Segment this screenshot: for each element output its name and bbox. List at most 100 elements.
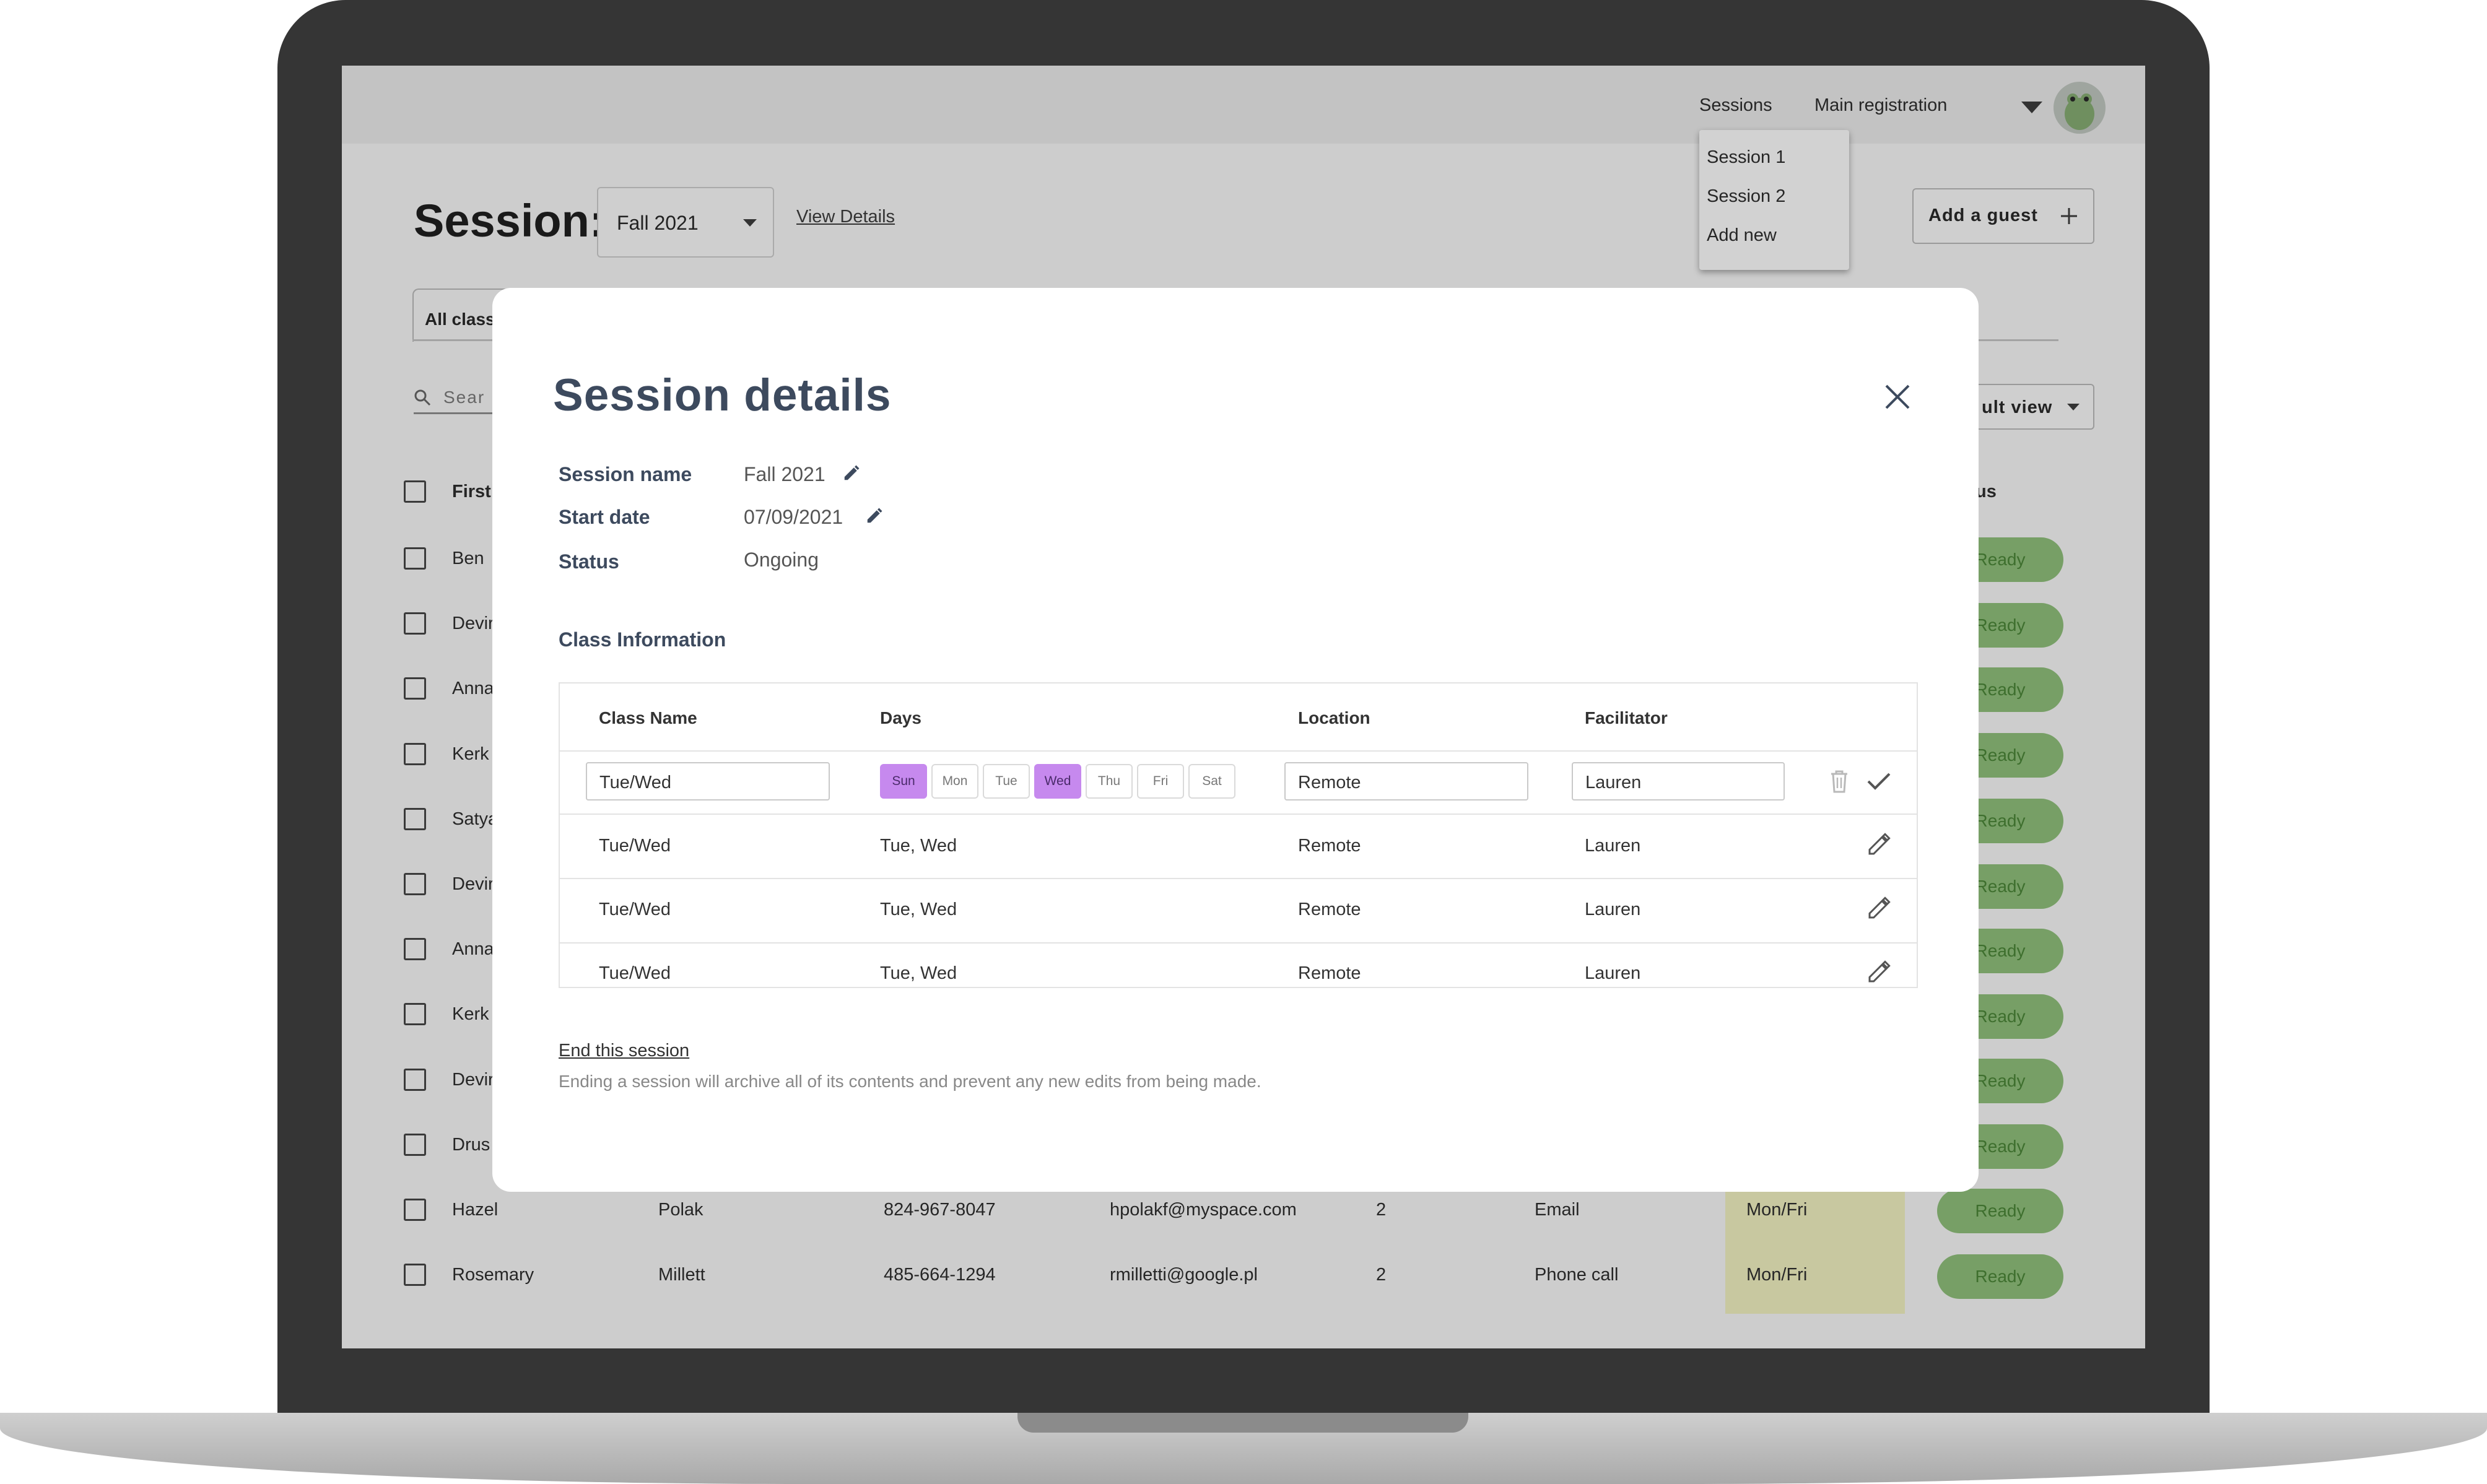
view-details-link[interactable]: View Details	[796, 207, 895, 227]
row-days: Mon/Fri	[1746, 1200, 1808, 1220]
cell-class-name: Tue/Wed	[599, 963, 671, 983]
chevron-down-icon	[743, 219, 757, 227]
row-email: rmilletti@google.pl	[1110, 1265, 1258, 1285]
view-select-label: ult view	[1982, 397, 2053, 417]
row-divider	[560, 750, 1917, 752]
class-name-input[interactable]: Tue/Wed	[586, 762, 830, 801]
session-details-modal: Session details Session name Fall 2021 S…	[492, 288, 1979, 1192]
chevron-down-icon[interactable]	[2021, 102, 2042, 114]
column-header-facilitator: Facilitator	[1585, 708, 1668, 727]
row-email: hpolakf@myspace.com	[1110, 1200, 1297, 1220]
day-toggle-tue[interactable]: Tue	[983, 764, 1030, 799]
row-first-name: Rosemary	[452, 1265, 534, 1285]
day-toggle-fri[interactable]: Fri	[1137, 764, 1184, 799]
sessions-dropdown-menu: Session 1 Session 2 Add new	[1699, 130, 1849, 270]
status-badge: Ready	[1937, 1189, 2063, 1233]
location-input[interactable]: Remote	[1284, 762, 1528, 801]
edit-row-icon[interactable]	[1866, 832, 1891, 857]
row-last-name: Millett	[658, 1265, 705, 1285]
end-session-link[interactable]: End this session	[559, 1041, 689, 1061]
confirm-check-icon[interactable]	[1866, 771, 1891, 791]
row-first-name: Anna	[452, 679, 494, 698]
cell-days: Tue, Wed	[880, 963, 957, 983]
row-first-name: Hazel	[452, 1200, 499, 1220]
column-header-location: Location	[1298, 708, 1370, 727]
modal-title: Session details	[553, 370, 892, 420]
column-header-status: us	[1975, 482, 1997, 501]
session-select[interactable]: Fall 2021	[597, 187, 774, 258]
row-days: Mon/Fri	[1746, 1265, 1808, 1285]
row-checkbox[interactable]	[404, 808, 426, 830]
day-toggle-thu[interactable]: Thu	[1086, 764, 1133, 799]
end-session-note: Ending a session will archive all of its…	[559, 1072, 1261, 1091]
select-all-checkbox[interactable]	[404, 480, 426, 503]
cell-location: Remote	[1298, 900, 1361, 919]
plus-icon	[2061, 208, 2077, 224]
delete-icon[interactable]	[1829, 769, 1849, 794]
search-placeholder: Sear	[443, 388, 486, 407]
row-first-name: Kerk	[452, 744, 489, 764]
start-date-label: Start date	[559, 506, 650, 528]
class-information-title: Class Information	[559, 628, 726, 651]
row-checkbox[interactable]	[404, 873, 426, 895]
frog-avatar-icon	[2065, 93, 2094, 130]
day-toggle-wed[interactable]: Wed	[1034, 764, 1081, 799]
row-checkbox[interactable]	[404, 1003, 426, 1025]
registration-select[interactable]: Main registration	[1814, 95, 1947, 116]
start-date-value: 07/09/2021	[744, 506, 843, 528]
edit-session-name-icon[interactable]	[842, 464, 861, 482]
cell-facilitator: Lauren	[1585, 900, 1641, 919]
row-checkbox[interactable]	[404, 938, 426, 960]
row-divider	[560, 878, 1917, 879]
column-header-days: Days	[880, 708, 921, 727]
edit-start-date-icon[interactable]	[865, 506, 884, 525]
edit-row-icon[interactable]	[1866, 960, 1891, 984]
menu-item-session-1[interactable]: Session 1	[1707, 147, 1785, 168]
row-contact-method: Email	[1535, 1200, 1580, 1220]
row-first-name: Satya	[452, 809, 499, 829]
cell-class-name: Tue/Wed	[599, 836, 671, 856]
row-checkbox[interactable]	[404, 1264, 426, 1286]
row-contact-method: Phone call	[1535, 1265, 1619, 1285]
cell-class-name: Tue/Wed	[599, 900, 671, 919]
cell-location: Remote	[1298, 836, 1361, 856]
row-first-name: Devir	[452, 1070, 494, 1090]
row-checkbox[interactable]	[404, 1069, 426, 1091]
row-count: 2	[1376, 1265, 1387, 1285]
row-checkbox[interactable]	[404, 743, 426, 765]
day-toggle-sat[interactable]: Sat	[1188, 764, 1235, 799]
row-checkbox[interactable]	[404, 612, 426, 635]
day-toggle-sun[interactable]: Sun	[880, 764, 927, 799]
status-label: Status	[559, 550, 619, 573]
facilitator-input[interactable]: Lauren	[1572, 762, 1785, 801]
menu-item-add-new[interactable]: Add new	[1707, 225, 1777, 246]
sessions-nav-link[interactable]: Sessions	[1699, 95, 1772, 116]
row-checkbox[interactable]	[404, 677, 426, 700]
status-value: Ongoing	[744, 549, 819, 571]
avatar[interactable]	[2054, 82, 2106, 134]
row-phone: 485-664-1294	[884, 1265, 996, 1285]
row-checkbox[interactable]	[404, 547, 426, 570]
row-checkbox[interactable]	[404, 1134, 426, 1156]
row-first-name: Ben	[452, 549, 484, 568]
cell-days: Tue, Wed	[880, 900, 957, 919]
edit-row-icon[interactable]	[1866, 896, 1891, 921]
row-divider	[560, 942, 1917, 944]
column-header-class-name: Class Name	[599, 708, 697, 727]
menu-item-session-2[interactable]: Session 2	[1707, 186, 1785, 207]
search-icon	[414, 389, 431, 406]
add-guest-button[interactable]: Add a guest	[1912, 188, 2094, 244]
row-count: 2	[1376, 1200, 1387, 1220]
row-checkbox[interactable]	[404, 1199, 426, 1221]
top-bar: Sessions Main registration	[342, 66, 2145, 144]
row-first-name: Devir	[452, 614, 494, 633]
row-phone: 824-967-8047	[884, 1200, 996, 1220]
day-toggle-mon[interactable]: Mon	[931, 764, 978, 799]
row-first-name: Devir	[452, 874, 494, 894]
close-icon[interactable]	[1884, 384, 1910, 410]
row-first-name: Anna	[452, 939, 494, 959]
row-first-name: Drus	[452, 1135, 490, 1155]
page-title: Session:	[414, 195, 605, 246]
cell-days: Tue, Wed	[880, 836, 957, 856]
session-select-value: Fall 2021	[617, 212, 699, 234]
